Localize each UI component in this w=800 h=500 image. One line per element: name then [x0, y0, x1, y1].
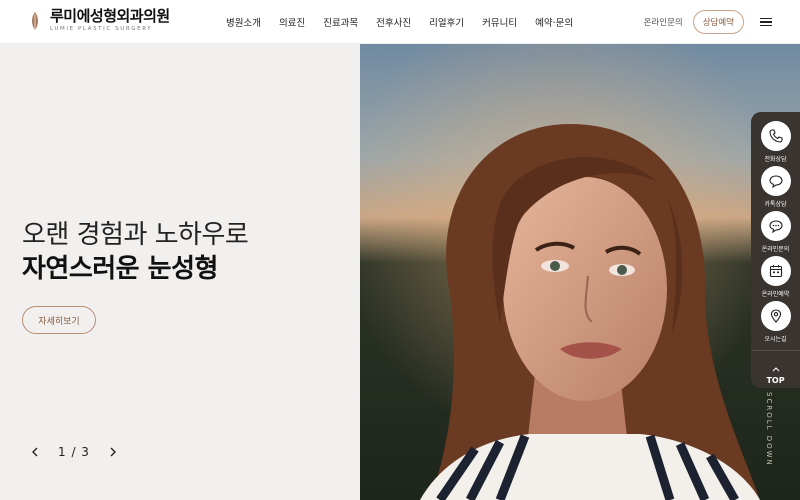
- more-button[interactable]: 자세히보기: [22, 306, 96, 334]
- portrait-image: [360, 44, 800, 500]
- phone-icon: [768, 129, 783, 143]
- message-icon: [768, 220, 783, 233]
- brand-name: 루미에성형외과의원: [50, 7, 170, 25]
- quick-directions[interactable]: 오시는길: [751, 301, 800, 343]
- nav-item-before-after[interactable]: 전후사진: [376, 15, 411, 29]
- quick-kakao-label: 카톡상담: [764, 201, 787, 208]
- quick-online-inquiry[interactable]: 온라인문의: [751, 211, 800, 253]
- slide-counter: 1 / 3: [58, 445, 90, 459]
- logo[interactable]: 루미에성형외과의원 LUMIE PLASTIC SURGERY: [30, 9, 170, 33]
- main-nav: 병원소개 의료진 진료과목 전후사진 리얼후기 커뮤니티 예약·문의: [226, 0, 591, 44]
- hero-headline-bold: 자연스러운 눈성형: [22, 254, 218, 284]
- quick-online-inquiry-label: 온라인문의: [761, 246, 790, 253]
- quick-menu: 전화상담 카톡상담 온라인문의 온라인예약 오시는길 TOP: [751, 112, 800, 388]
- hero-photo: [360, 44, 800, 500]
- quick-kakao-consult[interactable]: 카톡상담: [751, 166, 800, 208]
- nav-item-community[interactable]: 커뮤니티: [482, 15, 517, 29]
- scroll-top-button[interactable]: TOP: [751, 350, 800, 385]
- consult-reservation-button[interactable]: 상담예약: [692, 10, 744, 34]
- site-header: 루미에성형외과의원 LUMIE PLASTIC SURGERY 병원소개 의료진…: [0, 0, 800, 44]
- next-slide-icon[interactable]: [106, 445, 120, 459]
- chat-bubble-icon: [768, 175, 783, 188]
- chevron-up-icon: [772, 367, 779, 372]
- header-utilities: 온라인문의 상담예약: [644, 0, 772, 44]
- quick-directions-label: 오시는길: [764, 336, 787, 343]
- location-pin-icon: [770, 309, 781, 323]
- nav-item-doctors[interactable]: 의료진: [279, 15, 305, 29]
- scroll-down-indicator[interactable]: SCROLL DOWN: [765, 392, 773, 467]
- hero-text-panel: 오랜 경험과 노하우로 자연스러운 눈성형 자세히보기 1 / 3: [0, 44, 360, 500]
- nav-item-about[interactable]: 병원소개: [226, 15, 261, 29]
- calendar-icon: [769, 265, 782, 278]
- quick-online-reservation-label: 온라인예약: [761, 291, 790, 298]
- hamburger-menu-icon[interactable]: [760, 17, 772, 27]
- quick-online-reservation[interactable]: 온라인예약: [751, 256, 800, 298]
- prev-slide-icon[interactable]: [28, 445, 42, 459]
- hero-headline: 오랜 경험과 노하우로: [22, 220, 249, 250]
- brand-subtitle: LUMIE PLASTIC SURGERY: [50, 26, 153, 32]
- slider-controls: 1 / 3: [28, 445, 120, 459]
- online-inquiry-link[interactable]: 온라인문의: [644, 16, 683, 28]
- scroll-top-label: TOP: [766, 376, 785, 385]
- quick-phone-label: 전화상담: [764, 156, 787, 163]
- quick-phone-consult[interactable]: 전화상담: [751, 121, 800, 163]
- leaf-logo-icon: [32, 11, 38, 30]
- nav-item-departments[interactable]: 진료과목: [323, 15, 358, 29]
- nav-item-reviews[interactable]: 리얼후기: [429, 15, 464, 29]
- nav-item-reservation[interactable]: 예약·문의: [535, 15, 573, 29]
